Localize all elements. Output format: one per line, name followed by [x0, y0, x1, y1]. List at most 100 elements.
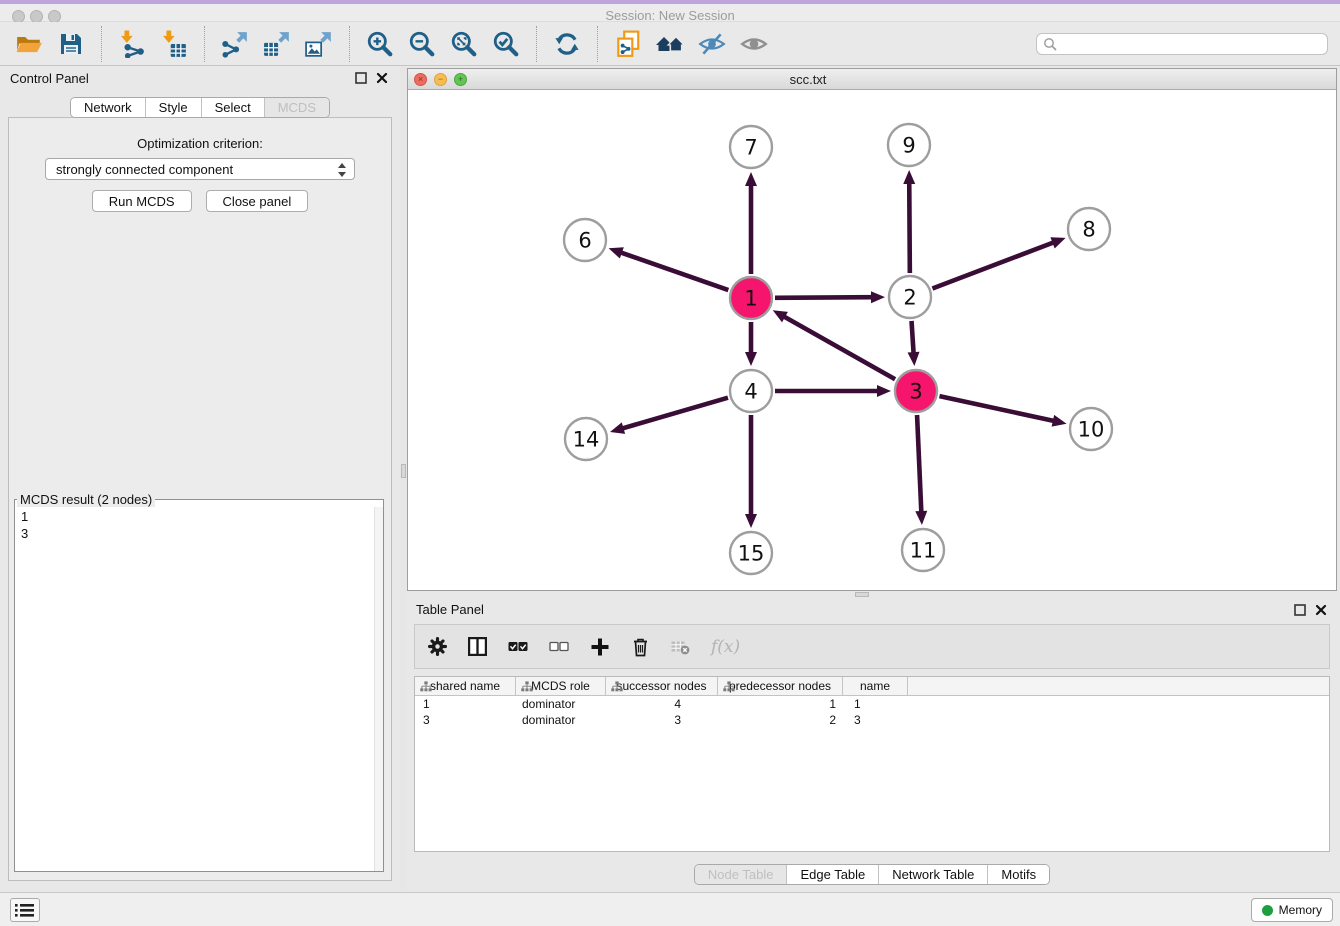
- graph-node-label-6: 6: [578, 229, 591, 253]
- zoom-fit-icon[interactable]: [448, 28, 480, 60]
- open-session-icon[interactable]: [13, 28, 45, 60]
- float-panel-icon[interactable]: [1294, 604, 1306, 616]
- cell-name[interactable]: 1: [843, 696, 908, 712]
- delete-table-icon[interactable]: [671, 635, 690, 659]
- zoom-selected-icon[interactable]: [490, 28, 522, 60]
- cell-predecessor-nodes[interactable]: 2: [718, 712, 843, 728]
- optimization-criterion-select[interactable]: strongly connected component: [45, 158, 355, 180]
- graph-edge-2-8[interactable]: [932, 242, 1054, 288]
- memory-button[interactable]: Memory: [1251, 898, 1333, 922]
- close-panel-icon[interactable]: [1315, 604, 1327, 616]
- memory-label: Memory: [1279, 903, 1322, 917]
- control-panel-title: Control Panel: [10, 71, 89, 86]
- graph-node-label-10: 10: [1078, 418, 1105, 442]
- window-title: Session: New Session: [0, 8, 1340, 23]
- graph-edge-arrowhead: [1052, 415, 1067, 427]
- tab-select[interactable]: Select: [201, 98, 264, 117]
- graph-edge-arrowhead: [903, 170, 915, 184]
- graph-edge-3-11[interactable]: [917, 415, 921, 513]
- status-bar: Memory: [0, 892, 1340, 926]
- search-icon: [1043, 37, 1057, 51]
- splitter-handle[interactable]: [401, 464, 406, 478]
- float-panel-icon[interactable]: [355, 72, 367, 84]
- zoom-in-icon[interactable]: [364, 28, 396, 60]
- graph-node-label-11: 11: [910, 539, 937, 563]
- show-all-eye-icon[interactable]: [738, 28, 770, 60]
- column-header-successor-nodes[interactable]: successor nodes: [606, 677, 718, 695]
- cell-shared-name[interactable]: 3: [415, 712, 516, 728]
- export-image-icon[interactable]: [303, 28, 335, 60]
- mcds-result-lines: 1 3: [15, 507, 383, 543]
- network-window-titlebar[interactable]: × − + scc.txt: [408, 69, 1336, 90]
- graph-edge-1-2[interactable]: [775, 297, 873, 298]
- graph-edge-1-6[interactable]: [620, 252, 728, 290]
- graph-edge-2-3[interactable]: [912, 321, 914, 354]
- cell-shared-name[interactable]: 1: [415, 696, 516, 712]
- table-toolbar: f(x): [414, 624, 1330, 669]
- cell-MCDS-role[interactable]: dominator: [516, 712, 606, 728]
- network-overview-icon[interactable]: [654, 28, 686, 60]
- tab-style[interactable]: Style: [145, 98, 201, 117]
- toolbar-separator: [597, 26, 598, 62]
- save-session-icon[interactable]: [55, 28, 87, 60]
- zoom-out-icon[interactable]: [406, 28, 438, 60]
- graph-node-label-1: 1: [744, 287, 757, 311]
- task-history-button[interactable]: [10, 898, 40, 922]
- cell-successor-nodes[interactable]: 4: [606, 696, 718, 712]
- tab-motifs[interactable]: Motifs: [987, 865, 1049, 884]
- cell-MCDS-role[interactable]: dominator: [516, 696, 606, 712]
- function-builder-icon[interactable]: f(x): [711, 635, 740, 659]
- network-canvas-svg: 7968124314101511: [408, 90, 1336, 591]
- copy-network-icon[interactable]: [612, 28, 644, 60]
- close-panel-icon[interactable]: [376, 72, 388, 84]
- mcds-panel: Optimization criterion: strongly connect…: [8, 117, 392, 881]
- delete-column-trash-icon[interactable]: [631, 635, 650, 659]
- import-network-icon[interactable]: [116, 28, 148, 60]
- tab-network-table[interactable]: Network Table: [878, 865, 987, 884]
- column-header-predecessor-nodes[interactable]: predecessor nodes: [718, 677, 843, 695]
- table-row[interactable]: 3dominator323: [415, 712, 1329, 728]
- tab-mcds[interactable]: MCDS: [264, 98, 329, 117]
- search-input[interactable]: [1036, 33, 1328, 55]
- tab-edge-table[interactable]: Edge Table: [786, 865, 878, 884]
- cell-successor-nodes[interactable]: 3: [606, 712, 718, 728]
- column-header-MCDS-role[interactable]: MCDS role: [516, 677, 606, 695]
- select-all-icon[interactable]: [508, 635, 528, 659]
- memory-status-dot: [1262, 905, 1273, 916]
- tab-network[interactable]: Network: [71, 98, 145, 117]
- hide-selected-eye-icon[interactable]: [696, 28, 728, 60]
- create-column-plus-icon[interactable]: [590, 635, 610, 659]
- result-scrollbar[interactable]: [374, 507, 383, 871]
- graph-node-label-7: 7: [744, 136, 757, 160]
- graph-edge-arrowhead: [908, 352, 920, 366]
- cell-predecessor-nodes[interactable]: 1: [718, 696, 843, 712]
- graph-edge-arrowhead: [609, 247, 624, 258]
- network-canvas[interactable]: 7968124314101511: [408, 90, 1336, 590]
- show-columns-icon[interactable]: [468, 635, 487, 659]
- table-settings-gear-icon[interactable]: [428, 635, 447, 659]
- graph-edge-3-10[interactable]: [939, 396, 1054, 421]
- mcds-result-box[interactable]: MCDS result (2 nodes) 1 3: [14, 492, 384, 872]
- graph-edge-4-14[interactable]: [622, 398, 728, 429]
- select-stepper-icon: [337, 163, 347, 177]
- import-table-icon[interactable]: [158, 28, 190, 60]
- graph-edge-arrowhead: [1050, 237, 1065, 248]
- vertical-splitter[interactable]: [400, 66, 407, 892]
- column-header-shared-name[interactable]: shared name: [415, 677, 516, 695]
- export-table-icon[interactable]: [261, 28, 293, 60]
- control-panel: Control Panel NetworkStyleSelectMCDS Opt…: [0, 66, 400, 892]
- tab-node-table[interactable]: Node Table: [695, 865, 787, 884]
- cell-name[interactable]: 3: [843, 712, 908, 728]
- unselect-all-icon[interactable]: [549, 635, 569, 659]
- splitter-handle[interactable]: [855, 592, 869, 597]
- column-header-name[interactable]: name: [843, 677, 908, 695]
- graph-edge-3-1[interactable]: [783, 316, 895, 379]
- close-panel-button[interactable]: Close panel: [206, 190, 309, 212]
- export-network-icon[interactable]: [219, 28, 251, 60]
- graph-edge-2-9[interactable]: [909, 182, 910, 273]
- refresh-icon[interactable]: [551, 28, 583, 60]
- run-mcds-button[interactable]: Run MCDS: [92, 190, 192, 212]
- table-row[interactable]: 1dominator411: [415, 696, 1329, 712]
- graph-edge-arrowhead: [610, 422, 625, 434]
- horizontal-splitter[interactable]: [407, 591, 1337, 598]
